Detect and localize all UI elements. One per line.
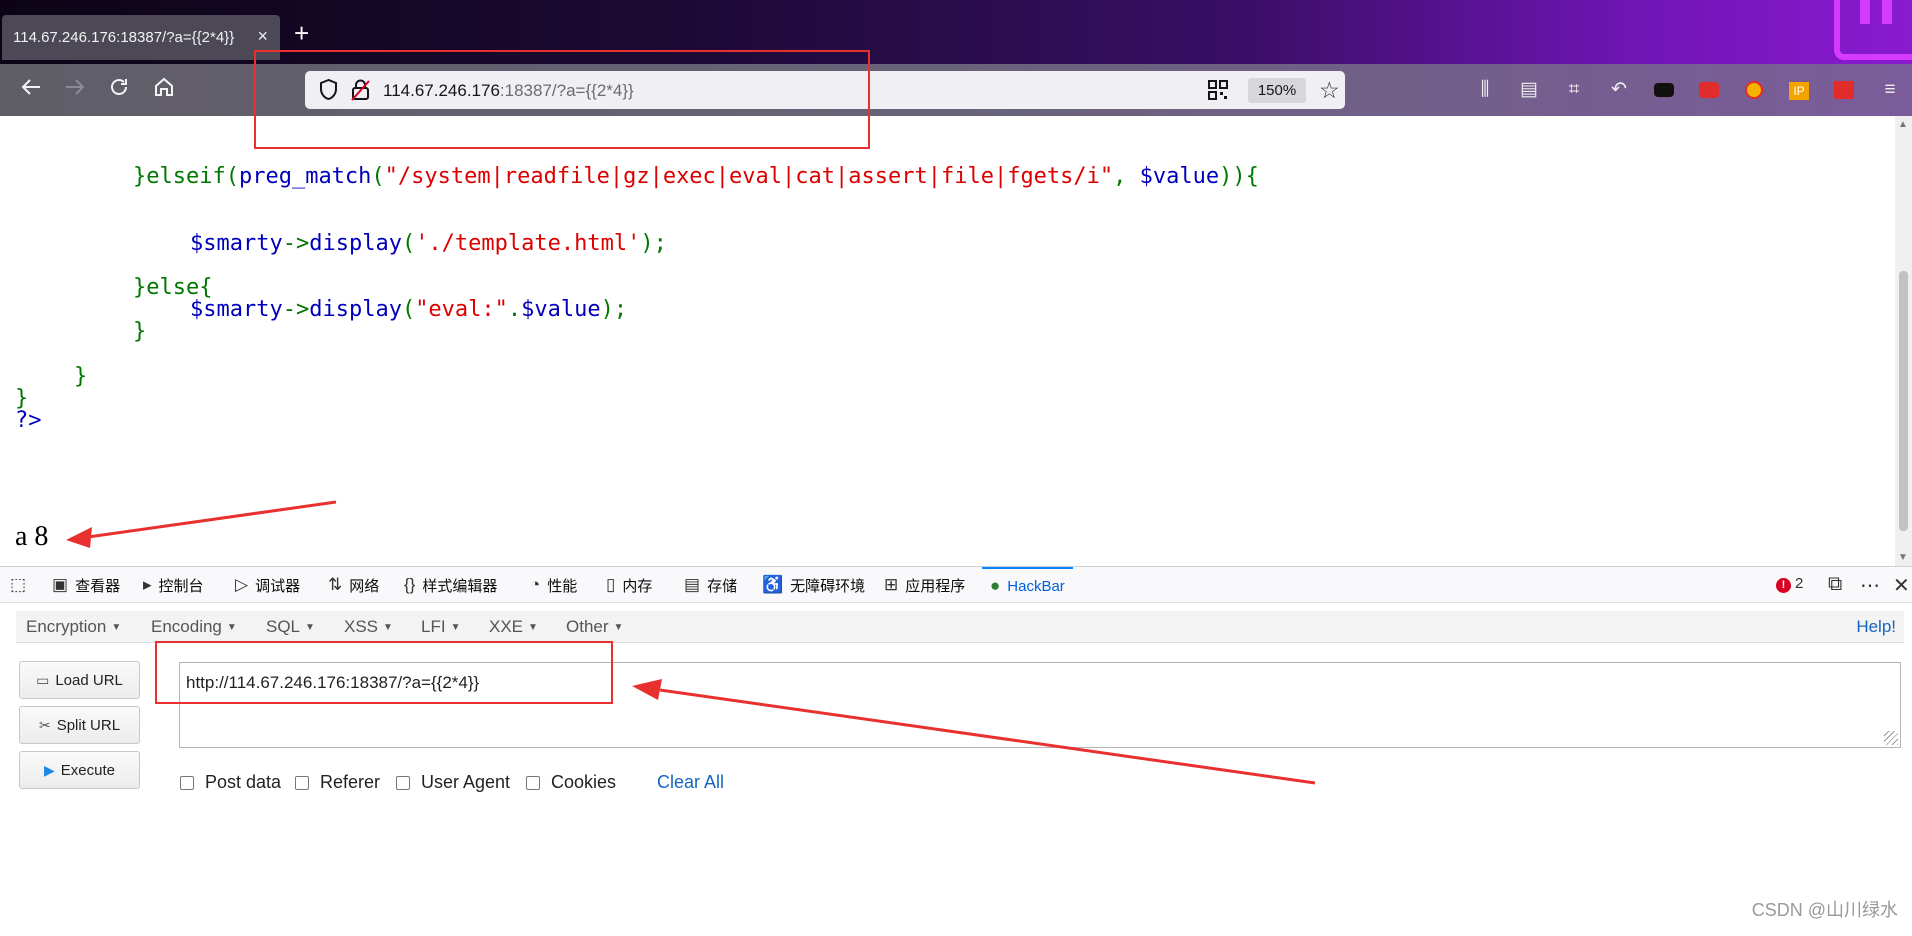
annotation-arrows — [66, 500, 1316, 785]
annotation-arrow-output-head — [66, 527, 92, 548]
annotation-arrow-url — [659, 688, 1316, 785]
annotation-arrow-output — [87, 500, 337, 539]
annotation-arrow-url-head — [632, 679, 662, 700]
